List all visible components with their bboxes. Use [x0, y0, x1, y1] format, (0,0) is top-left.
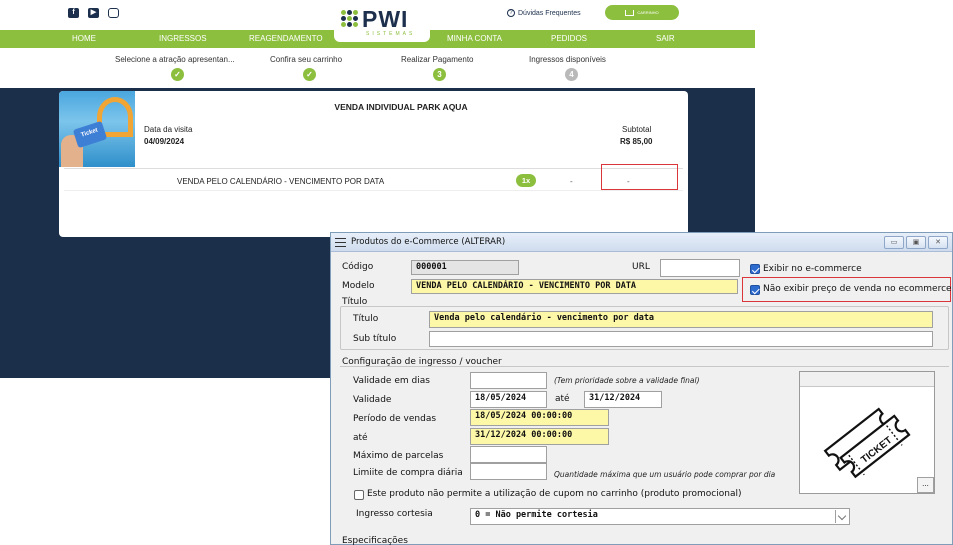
- product-image-box: TICKET: [799, 371, 935, 494]
- faq-label: Dúvidas Frequentes: [518, 9, 581, 17]
- facebook-icon[interactable]: f: [68, 8, 79, 18]
- limite-field[interactable]: [470, 463, 547, 480]
- especificacoes-label: Especificações: [342, 536, 408, 545]
- step-4-number: 4: [565, 68, 578, 81]
- close-icon[interactable]: ✕: [928, 236, 948, 249]
- divider: [64, 190, 683, 191]
- limite-label: Limiite de compra diária: [353, 468, 463, 478]
- unit-price: -: [570, 177, 573, 186]
- step-1-check-icon: ✓: [171, 68, 184, 81]
- titulo-label: Título: [353, 314, 379, 324]
- step-3-label: Realizar Pagamento: [401, 55, 474, 64]
- url-field[interactable]: [660, 259, 740, 277]
- cart-icon: [625, 9, 635, 16]
- modelo-label: Modelo: [342, 281, 375, 291]
- url-label: URL: [632, 262, 650, 272]
- maximize-icon[interactable]: ▣: [906, 236, 926, 249]
- validade-label: Validade: [353, 395, 392, 405]
- youtube-icon[interactable]: ▶: [88, 8, 99, 18]
- ticket-card: Ticket: [72, 120, 108, 149]
- step-1: Selecione a atração apresentan...: [115, 55, 235, 64]
- logo-mark-icon: [341, 10, 359, 28]
- subtitulo-label: Sub título: [353, 334, 397, 344]
- nav-home[interactable]: HOME: [72, 34, 96, 43]
- step-4: Ingressos disponíveis: [529, 55, 606, 64]
- highlight-box-price: [601, 164, 678, 190]
- parcelas-field[interactable]: [470, 446, 547, 463]
- nav-pedidos[interactable]: PEDIDOS: [551, 34, 587, 43]
- pwi-logo[interactable]: PWI SISTEMAS: [334, 4, 430, 42]
- nao-exibir-preco-checkbox[interactable]: [750, 285, 760, 295]
- social-links: f ▶: [68, 8, 119, 18]
- titulo-field[interactable]: Venda pelo calendário - vencimento por d…: [429, 311, 933, 328]
- nav-minha-conta[interactable]: MINHA CONTA: [447, 34, 502, 43]
- codigo-field[interactable]: 000001: [411, 260, 519, 275]
- periodo-de-field[interactable]: 18/05/2024 00:00:00: [470, 409, 609, 426]
- cart-button[interactable]: CARRINHO: [605, 5, 679, 20]
- periodo-label: Período de vendas: [353, 414, 437, 424]
- faq-link[interactable]: ? Dúvidas Frequentes: [507, 9, 581, 17]
- question-icon: ?: [507, 9, 515, 17]
- cart-label: CARRINHO: [637, 10, 659, 15]
- step-4-label: Ingressos disponíveis: [529, 55, 606, 64]
- step-3-number: 3: [433, 68, 446, 81]
- visit-date-label: Data da visita: [144, 125, 193, 134]
- visit-date-value: 04/09/2024: [144, 137, 185, 146]
- modelo-field[interactable]: VENDA PELO CALENDÁRIO - VENCIMENTO POR D…: [411, 279, 738, 294]
- screen: f ▶ ? Dúvidas Frequentes CARRINHO PWI SI…: [0, 0, 953, 545]
- exibir-checkbox[interactable]: [750, 264, 760, 274]
- nav-sair[interactable]: SAIR: [656, 34, 675, 43]
- cupom-checkbox[interactable]: [354, 490, 364, 500]
- validade-dias-field[interactable]: [470, 372, 547, 389]
- cart-item-card: Ticket VENDA INDIVIDUAL PARK AQUA Data d…: [59, 91, 688, 237]
- step-2-label: Confira seu carrinho: [270, 55, 343, 64]
- validade-dias-label: Validade em dias: [353, 376, 430, 386]
- subtotal-value: R$ 85,00: [620, 137, 653, 146]
- cortesia-label: Ingresso cortesia: [356, 509, 433, 519]
- item-name: VENDA PELO CALENDÁRIO - VENCIMENTO POR D…: [177, 177, 385, 186]
- image-browse-button[interactable]: ...: [917, 477, 934, 493]
- logo-text: PWI: [362, 6, 409, 32]
- codigo-label: Código: [342, 262, 374, 272]
- subtitulo-field[interactable]: [429, 331, 933, 347]
- dialog-title: Produtos do e-Commerce (ALTERAR): [351, 237, 506, 247]
- nav-ingressos[interactable]: INGRESSOS: [159, 34, 207, 43]
- limite-note: Quantidade máxima que um usuário pode co…: [554, 470, 776, 479]
- quantity-badge: 1x: [516, 174, 536, 187]
- minimize-icon[interactable]: ▭: [884, 236, 904, 249]
- step-2-check-icon: ✓: [303, 68, 316, 81]
- product-title: VENDA INDIVIDUAL PARK AQUA: [334, 102, 468, 112]
- step-3: Realizar Pagamento: [401, 55, 473, 64]
- validade-ate-field[interactable]: 31/12/2024: [584, 391, 662, 408]
- parcelas-label: Máximo de parcelas: [353, 451, 444, 461]
- dialog-titlebar[interactable]: Produtos do e-Commerce (ALTERAR) ▭ ▣ ✕: [331, 233, 952, 252]
- menu-icon[interactable]: [335, 238, 346, 247]
- nav-reagendamento[interactable]: REAGENDAMENTO: [249, 34, 323, 43]
- subtotal-label: Subtotal: [622, 125, 652, 134]
- config-separator: [340, 366, 949, 367]
- step-1-label: Selecione a atração apresentan...: [115, 55, 235, 64]
- divider: [64, 168, 683, 169]
- periodo-ate-field[interactable]: 31/12/2024 00:00:00: [470, 428, 609, 445]
- nao-exibir-preco-label[interactable]: Não exibir preço de venda no ecommerce: [763, 284, 952, 294]
- validade-de-field[interactable]: 18/05/2024: [470, 391, 547, 408]
- ticket-icon: TICKET: [823, 407, 911, 479]
- checkout-steps: Selecione a atração apresentan... ✓ Conf…: [0, 48, 755, 88]
- chevron-down-icon[interactable]: [835, 510, 849, 523]
- ate-label: até: [555, 394, 570, 404]
- exibir-label[interactable]: Exibir no e-commerce: [763, 264, 862, 274]
- logo-subtext: SISTEMAS: [366, 31, 416, 37]
- step-2: Confira seu carrinho: [270, 55, 342, 64]
- instagram-icon[interactable]: [108, 8, 119, 18]
- window-buttons: ▭ ▣ ✕: [884, 236, 948, 249]
- validade-note: (Tem prioridade sobre a validade final): [554, 376, 700, 385]
- cupom-label[interactable]: Este produto não permite a utilização de…: [367, 489, 741, 499]
- product-edit-dialog: Produtos do e-Commerce (ALTERAR) ▭ ▣ ✕ C…: [330, 232, 953, 545]
- ate2-label: até: [353, 433, 368, 443]
- cortesia-select[interactable]: 0 = Não permite cortesia: [470, 508, 850, 525]
